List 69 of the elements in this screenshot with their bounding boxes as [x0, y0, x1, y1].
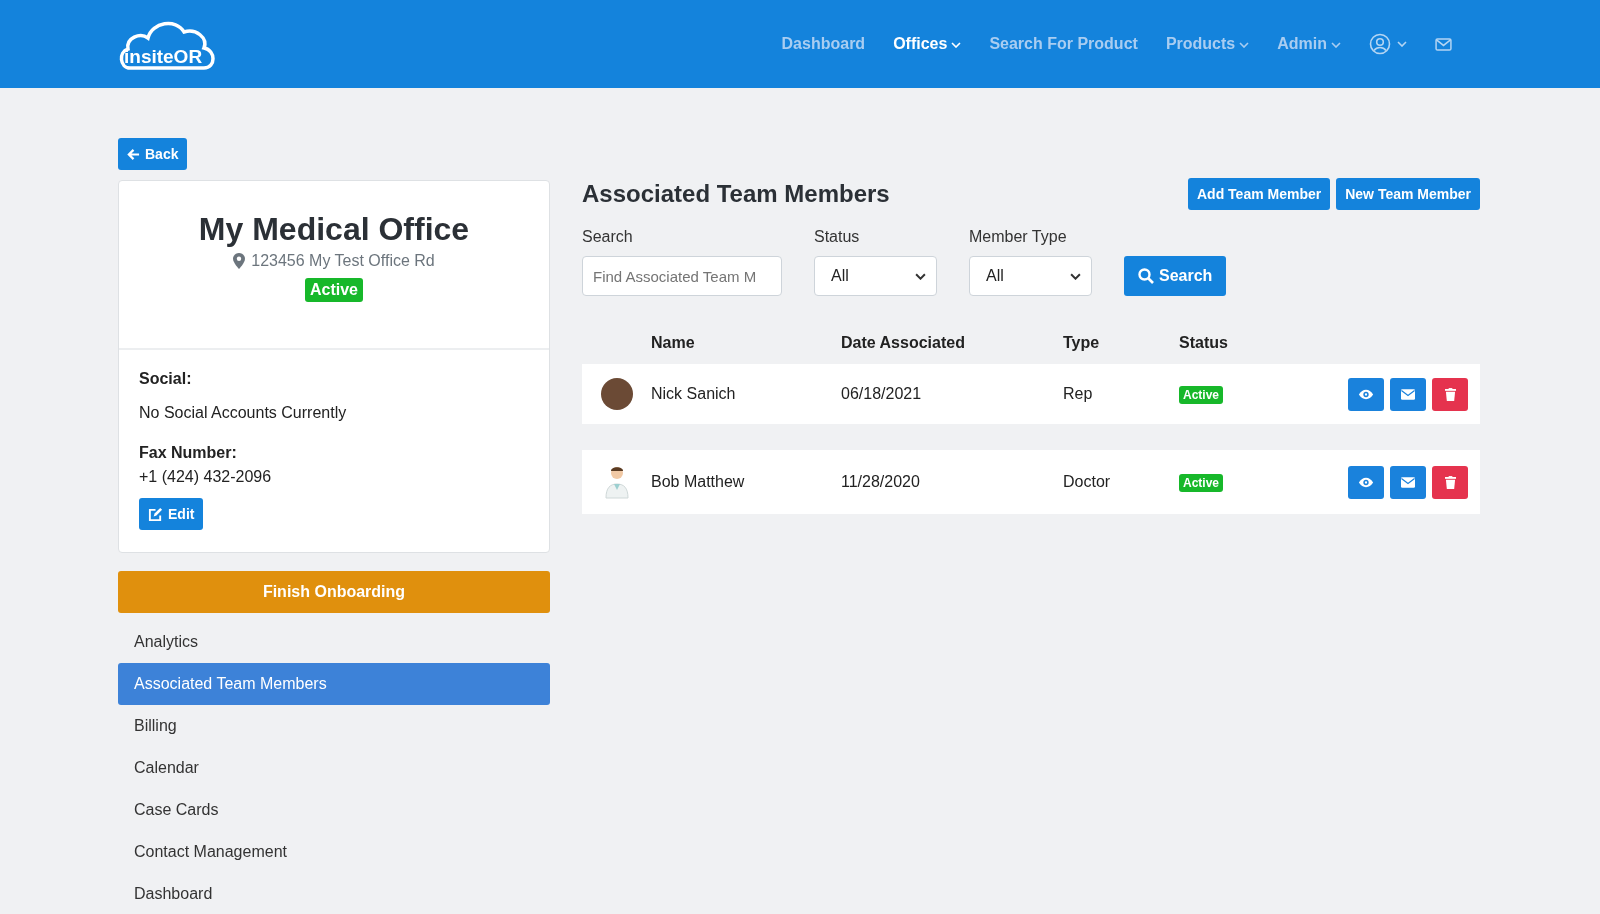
- table-cell-text: Rep: [1063, 385, 1094, 403]
- field-label: Status: [814, 228, 861, 246]
- arrow-left-icon: [127, 147, 140, 161]
- eye-icon: [1358, 476, 1374, 488]
- finish-onboarding-button[interactable]: Finish Onboarding: [118, 571, 550, 613]
- chevron-down-icon: [1397, 41, 1407, 47]
- nav-link[interactable]: Products: [1165, 35, 1250, 53]
- social-value: No Social Accounts Currently: [139, 404, 348, 422]
- add-member-button[interactable]: Add Team Member: [1188, 178, 1331, 210]
- status-badge: Active: [305, 278, 363, 302]
- member-type-select[interactable]: All: [969, 256, 1092, 296]
- delete-button[interactable]: [1432, 377, 1468, 411]
- email-button[interactable]: [1390, 465, 1426, 499]
- search-icon: [1138, 268, 1154, 284]
- table-cell-text: Bob Matthew: [651, 473, 746, 491]
- sidebar-item[interactable]: Case Cards: [118, 789, 550, 831]
- sidebar-item[interactable]: Analytics: [118, 621, 550, 663]
- mail-icon: [1435, 37, 1452, 51]
- fax-value: +1 (424) 432-2096: [139, 468, 273, 486]
- column-header: Date Associated: [841, 334, 966, 352]
- avatar-photo-placeholder: [600, 378, 633, 410]
- nav-link[interactable]: Admin: [1277, 35, 1341, 53]
- trash-icon: [1444, 387, 1456, 401]
- envelope-icon: [1401, 476, 1415, 488]
- view-button[interactable]: [1348, 465, 1384, 499]
- email-button[interactable]: [1390, 377, 1426, 411]
- sidebar-item[interactable]: Dashboard: [118, 873, 550, 914]
- column-header: Type: [1063, 334, 1101, 352]
- envelope-icon: [1401, 388, 1415, 400]
- table-cell-text: 11/28/2020: [841, 473, 921, 491]
- table-cell-text: 06/18/2021: [841, 385, 923, 403]
- map-pin-icon: [233, 253, 246, 269]
- fax-label: Fax Number:: [139, 444, 238, 462]
- sidebar-item[interactable]: Calendar: [118, 747, 550, 789]
- nav-link[interactable]: Search For Product: [989, 35, 1138, 53]
- user-circle-icon: [1369, 33, 1391, 55]
- search-button[interactable]: Search: [1124, 256, 1227, 296]
- view-button[interactable]: [1348, 377, 1384, 411]
- chevron-down-icon: [915, 272, 926, 280]
- add-member-button[interactable]: New Team Member: [1336, 178, 1480, 210]
- field-label: Search: [582, 228, 634, 246]
- office-name: My Medical Office: [198, 211, 470, 248]
- trash-icon: [1444, 475, 1456, 489]
- sidebar-item[interactable]: Contact Management: [118, 831, 550, 873]
- sidebar-item[interactable]: Associated Team Members: [118, 663, 550, 705]
- edit-button[interactable]: Edit: [139, 498, 204, 530]
- table-cell-text: Nick Sanich: [651, 385, 737, 403]
- nav-link[interactable]: Offices: [893, 35, 962, 53]
- section-title: Associated Team Members: [582, 180, 890, 208]
- eye-icon: [1358, 388, 1374, 400]
- back-button[interactable]: Back: [118, 138, 188, 170]
- field-label: Member Type: [969, 228, 1068, 246]
- user-menu-button[interactable]: [1369, 33, 1407, 55]
- status-select[interactable]: All: [814, 256, 937, 296]
- column-header: Name: [651, 334, 696, 352]
- doctor-avatar-icon: [604, 464, 629, 500]
- search-field[interactable]: Find Associated Team M: [582, 256, 782, 296]
- status-badge: Active: [1179, 386, 1224, 404]
- status-badge: Active: [1179, 474, 1224, 492]
- mail-button[interactable]: [1435, 37, 1452, 51]
- social-label: Social:: [139, 370, 193, 388]
- column-header: Status: [1179, 334, 1229, 352]
- delete-button[interactable]: [1432, 465, 1468, 499]
- table-cell-text: Doctor: [1063, 473, 1112, 491]
- sidebar-item[interactable]: Billing: [118, 705, 550, 747]
- nav-link[interactable]: Dashboard: [781, 35, 866, 53]
- chevron-down-icon: [1070, 272, 1081, 280]
- edit-icon: [148, 506, 163, 522]
- office-address: 123456 My Test Office Rd: [251, 252, 435, 270]
